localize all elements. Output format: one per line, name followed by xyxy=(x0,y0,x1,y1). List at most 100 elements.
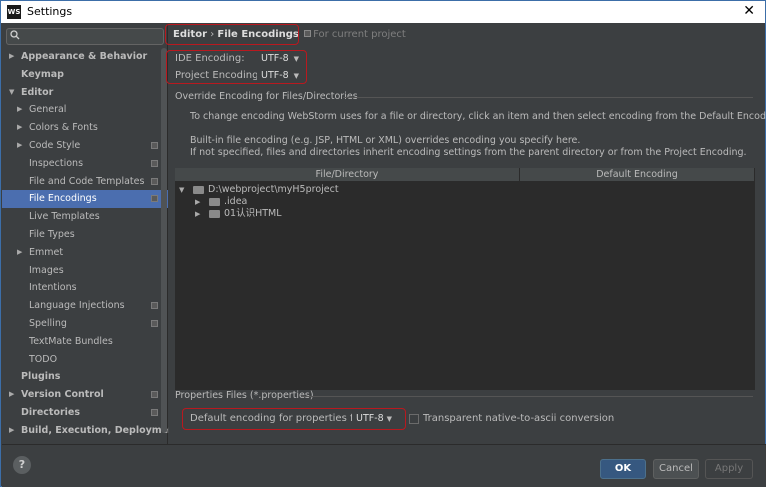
close-icon[interactable]: ✕ xyxy=(743,3,755,19)
sidebar-item-label: Images xyxy=(29,264,64,276)
table-row[interactable]: ▼ D:\webproject\myH5project xyxy=(175,184,520,196)
sidebar-item-inspections[interactable]: Inspections xyxy=(2,155,168,173)
collapsed-arrow-icon[interactable]: ▶ xyxy=(17,101,22,119)
properties-encoding-highlight xyxy=(182,408,406,430)
override-group-title: Override Encoding for Files/Directories xyxy=(175,91,358,102)
sidebar-item-directories[interactable]: Directories xyxy=(2,404,168,422)
sidebar-item-keymap[interactable]: Keymap xyxy=(2,66,168,84)
project-scope-icon xyxy=(151,302,158,310)
project-scope-icon xyxy=(151,391,158,399)
sidebar-item-label: Appearance & Behavior xyxy=(21,51,148,62)
sidebar-item-version-control[interactable]: ▶ Version Control xyxy=(2,386,168,404)
sidebar-item-general[interactable]: ▶ General xyxy=(2,101,168,119)
column-header-default-encoding[interactable]: Default Encoding xyxy=(520,168,755,181)
file-encodings-panel: Editor › File Encodings For current proj… xyxy=(165,24,766,444)
sidebar-scrollbar[interactable] xyxy=(161,48,167,433)
sidebar-item-emmet[interactable]: ▶ Emmet xyxy=(2,244,168,262)
expanded-arrow-icon[interactable]: ▼ xyxy=(9,84,14,102)
settings-tree: ▶ Appearance & Behavior Keymap ▼ Editor ▶ Gene… xyxy=(2,48,179,440)
breadcrumb-highlight xyxy=(165,24,299,45)
table-header: File/Directory Default Encoding xyxy=(175,168,755,181)
apply-button[interactable]: Apply xyxy=(705,459,753,479)
sidebar-item-label: File Types xyxy=(29,228,75,240)
sidebar-item-label: Plugins xyxy=(21,371,61,383)
sidebar-item-colors-fonts[interactable]: ▶ Colors & Fonts xyxy=(2,119,168,137)
sidebar-item-spelling[interactable]: Spelling xyxy=(2,315,168,333)
sidebar-item-label: Emmet xyxy=(29,246,64,258)
sidebar-item-label: File and Code Templates xyxy=(29,175,145,187)
breadcrumb-scope: For current project xyxy=(313,29,406,40)
project-scope-icon xyxy=(151,408,158,416)
expanded-arrow-icon[interactable]: ▼ xyxy=(179,184,184,196)
sidebar-item-file-encodings[interactable]: File Encodings xyxy=(2,190,168,209)
project-scope-icon xyxy=(151,177,158,185)
override-help-line-2: Built-in file encoding (e.g. JSP, HTML o… xyxy=(190,135,581,146)
help-icon[interactable]: ? xyxy=(13,456,31,474)
file-encoding-table: File/Directory Default Encoding ▼ D:\webp… xyxy=(175,168,755,390)
folder-icon xyxy=(193,186,204,194)
sidebar-item-images[interactable]: Images xyxy=(2,262,168,280)
sidebar-item-label: Live Templates xyxy=(29,211,100,223)
project-scope-icon xyxy=(151,319,158,327)
collapsed-arrow-icon[interactable]: ▶ xyxy=(9,386,14,404)
sidebar-item-plugins[interactable]: Plugins xyxy=(2,368,168,386)
sidebar-item-label: File Encodings xyxy=(29,193,97,205)
sidebar-item-label: Language Injections xyxy=(29,300,125,312)
sidebar-item-label: Spelling xyxy=(29,317,67,329)
collapsed-arrow-icon[interactable]: ▶ xyxy=(17,137,22,155)
search-input[interactable] xyxy=(6,28,164,45)
sidebar-item-todo[interactable]: TODO xyxy=(2,351,168,369)
group-divider xyxy=(343,97,753,98)
override-help-line-3: If not specified, files and directories … xyxy=(190,147,747,158)
sidebar-item-label: TextMate Bundles xyxy=(29,335,113,347)
sidebar-item-label: Code Style xyxy=(29,139,81,151)
folder-icon xyxy=(209,210,220,218)
table-row-label: 01认识HTML xyxy=(224,208,282,219)
project-scope-icon xyxy=(151,159,158,167)
sidebar-item-label: TODO xyxy=(29,353,58,365)
column-header-file-directory[interactable]: File/Directory xyxy=(175,168,520,181)
sidebar-item-build-execution-deployment[interactable]: ▶ Build, Execution, Deployment xyxy=(2,422,179,440)
folder-icon xyxy=(209,198,220,206)
project-scope-icon xyxy=(151,195,158,203)
title-bar: WS Settings ✕ xyxy=(1,1,765,23)
sidebar-item-live-templates[interactable]: Live Templates xyxy=(2,208,168,226)
sidebar-item-label: Colors & Fonts xyxy=(29,122,98,134)
settings-sidebar: ▶ Appearance & Behavior Keymap ▼ Editor ▶ Gene… xyxy=(2,24,179,444)
sidebar-item-language-injections[interactable]: Language Injections xyxy=(2,297,168,315)
settings-window: WS Settings ✕ ▶ Appearance & Behavior Keym… xyxy=(0,0,766,487)
table-row-label: D:\webproject\myH5project xyxy=(208,184,339,195)
sidebar-item-editor[interactable]: ▼ Editor xyxy=(2,84,168,102)
sidebar-item-label: Version Control xyxy=(21,389,104,401)
sidebar-item-label: Editor xyxy=(21,86,54,98)
sidebar-item-label: Build, Execution, Deployment xyxy=(21,424,180,436)
webstorm-app-icon: WS xyxy=(7,5,21,19)
collapsed-arrow-icon[interactable]: ▶ xyxy=(9,422,14,440)
window-title: Settings xyxy=(27,5,73,18)
project-scope-icon xyxy=(151,141,158,149)
sidebar-item-file-and-code-templates[interactable]: File and Code Templates xyxy=(2,173,168,191)
transparent-ascii-checkbox[interactable] xyxy=(409,414,419,424)
collapsed-arrow-icon[interactable]: ▶ xyxy=(17,244,22,262)
sidebar-item-file-types[interactable]: File Types xyxy=(2,226,168,244)
ok-button[interactable]: OK xyxy=(600,459,646,479)
collapsed-arrow-icon[interactable]: ▶ xyxy=(195,208,200,220)
cancel-button[interactable]: Cancel xyxy=(653,459,699,479)
sidebar-item-label: Inspections xyxy=(29,157,84,169)
dialog-button-bar: ? OK Cancel Apply xyxy=(2,444,766,487)
project-scope-icon xyxy=(304,30,312,37)
table-row[interactable]: ▶ .idea xyxy=(175,196,520,208)
table-row-label: .idea xyxy=(224,196,248,207)
collapsed-arrow-icon[interactable]: ▶ xyxy=(17,119,22,137)
sidebar-item-intentions[interactable]: Intentions xyxy=(2,279,168,297)
sidebar-item-label: General xyxy=(29,104,67,116)
encoding-highlight xyxy=(166,50,307,84)
sidebar-item-appearance-behavior[interactable]: ▶ Appearance & Behavior xyxy=(2,48,168,66)
sidebar-item-textmate-bundles[interactable]: TextMate Bundles xyxy=(2,333,168,351)
table-row[interactable]: ▶ 01认识HTML xyxy=(175,208,520,220)
transparent-ascii-label: Transparent native-to-ascii conversion xyxy=(423,413,615,424)
sidebar-item-code-style[interactable]: ▶ Code Style xyxy=(2,137,168,155)
collapsed-arrow-icon[interactable]: ▶ xyxy=(195,196,200,208)
search-icon xyxy=(10,30,20,43)
collapsed-arrow-icon[interactable]: ▶ xyxy=(9,48,14,66)
